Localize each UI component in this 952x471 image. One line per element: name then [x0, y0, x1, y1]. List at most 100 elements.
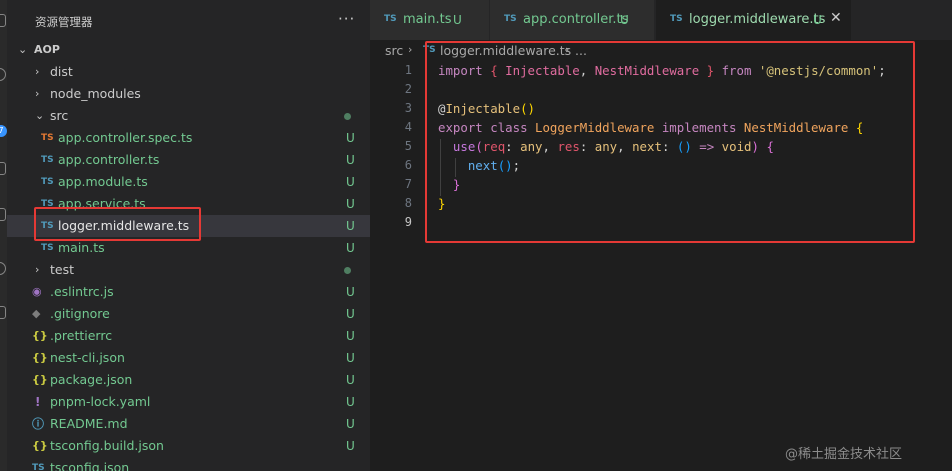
- tree-item-label: node_modules: [50, 86, 141, 101]
- tree-item-label: src: [50, 108, 69, 123]
- tab-status: U: [813, 13, 822, 27]
- typescript-icon: TS: [41, 155, 54, 165]
- typescript-icon: TS: [32, 463, 45, 471]
- tab-label: main.ts: [403, 12, 452, 27]
- git-status-untracked: U: [346, 395, 355, 409]
- git-status-untracked: U: [346, 219, 355, 233]
- tab-main-ts[interactable]: TS main.ts U: [370, 0, 490, 40]
- tree-file-app-controller-spec[interactable]: TS app.controller.spec.ts U: [7, 127, 370, 149]
- git-status-untracked: U: [346, 153, 355, 167]
- line-number: 3: [404, 101, 412, 115]
- json-icon: {}: [32, 329, 48, 342]
- tree-item-label: pnpm-lock.yaml: [50, 394, 151, 409]
- git-status-untracked: U: [346, 417, 355, 431]
- tab-app-controller[interactable]: TS app.controller.ts U: [490, 0, 655, 40]
- activity-bar: 7: [0, 0, 7, 471]
- more-actions-icon[interactable]: ···: [338, 10, 355, 28]
- tree-item-label: app.controller.spec.ts: [58, 130, 193, 145]
- explorer-icon[interactable]: [0, 14, 6, 27]
- json-icon: {}: [32, 373, 48, 386]
- tree-item-label: .eslintrc.js: [50, 284, 114, 299]
- tree-file-gitignore[interactable]: ◆ .gitignore U: [7, 303, 370, 325]
- explorer-header: 资源管理器 ···: [7, 0, 370, 40]
- git-status-untracked: U: [346, 329, 355, 343]
- search-icon[interactable]: [0, 68, 6, 81]
- line-number: 5: [404, 139, 412, 153]
- chevron-right-icon: ›: [35, 65, 40, 78]
- tree-folder-node-modules[interactable]: › node_modules: [7, 83, 370, 105]
- tab-bar: TS main.ts U TS app.controller.ts U TS l…: [370, 0, 952, 40]
- git-status-untracked: U: [346, 285, 355, 299]
- watermark: @稀土掘金技术社区: [785, 447, 903, 462]
- line-number: 1: [404, 63, 412, 77]
- tree-file-readme[interactable]: ⓘ README.md U: [7, 413, 370, 435]
- tree-file-tsconfig[interactable]: TS tsconfig.json: [7, 457, 370, 471]
- tree-item-label: .gitignore: [50, 306, 110, 321]
- typescript-icon: TS: [504, 14, 517, 24]
- tree-item-label: nest-cli.json: [50, 350, 125, 365]
- line-number: 4: [404, 120, 412, 134]
- tree-item-label: test: [50, 262, 75, 277]
- tree-folder-dist[interactable]: › dist: [7, 61, 370, 83]
- eslint-icon: ◉: [32, 285, 42, 298]
- tree-file-app-controller[interactable]: TS app.controller.ts U: [7, 149, 370, 171]
- json-icon: {}: [32, 351, 48, 364]
- tree-file-prettierrc[interactable]: {} .prettierrc U: [7, 325, 370, 347]
- git-status-untracked: U: [346, 241, 355, 255]
- git-status-untracked: U: [346, 307, 355, 321]
- tab-status: U: [453, 13, 462, 27]
- typescript-icon: TS: [41, 177, 54, 187]
- git-status-untracked: U: [346, 175, 355, 189]
- line-number: 6: [404, 158, 412, 172]
- info-icon: ⓘ: [32, 417, 45, 431]
- tab-label: app.controller.ts: [523, 12, 629, 27]
- annotation-highlight-code: [425, 41, 915, 243]
- explorer-title: 资源管理器: [35, 15, 93, 29]
- typescript-icon: TS: [670, 14, 683, 24]
- tree-file-nest-cli[interactable]: {} nest-cli.json U: [7, 347, 370, 369]
- git-status-untracked: U: [346, 351, 355, 365]
- tree-root-aop[interactable]: ⌄ AOP: [7, 39, 370, 61]
- typescript-test-icon: TS: [41, 133, 54, 143]
- run-debug-icon[interactable]: [0, 162, 6, 175]
- tab-logger-middleware[interactable]: TS logger.middleware.ts U ✕: [656, 0, 852, 40]
- line-number: 7: [404, 177, 412, 191]
- typescript-icon: TS: [384, 14, 397, 24]
- chevron-down-icon: ⌄: [35, 109, 45, 122]
- testing-icon[interactable]: [0, 306, 6, 319]
- modified-dot: [344, 267, 351, 274]
- git-icon: ◆: [32, 307, 41, 320]
- modified-dot: [344, 113, 351, 120]
- chevron-down-icon: ⌄: [18, 43, 28, 56]
- source-control-badge: 7: [0, 125, 7, 137]
- tree-file-eslintrc[interactable]: ◉ .eslintrc.js U: [7, 281, 370, 303]
- git-status-untracked: U: [346, 131, 355, 145]
- editor-area: TS main.ts U TS app.controller.ts U TS l…: [370, 0, 952, 471]
- tree-folder-src[interactable]: ⌄ src: [7, 105, 370, 127]
- tree-file-tsconfig-build[interactable]: {} tsconfig.build.json U: [7, 435, 370, 457]
- remote-icon[interactable]: [0, 262, 6, 275]
- tree-item-label: .prettierrc: [50, 328, 113, 343]
- chevron-right-icon: ›: [35, 87, 40, 100]
- explorer-sidebar: 资源管理器 ··· ⌄ AOP › dist › node_modules ⌄ …: [7, 0, 370, 471]
- tree-folder-test[interactable]: › test: [7, 259, 370, 281]
- tab-status: U: [620, 13, 629, 27]
- tree-item-label: tsconfig.json: [50, 460, 130, 471]
- workspace-name: AOP: [34, 43, 60, 56]
- chevron-right-icon: ›: [35, 263, 40, 276]
- close-icon[interactable]: ✕: [830, 10, 842, 26]
- extensions-icon[interactable]: [0, 208, 6, 221]
- git-status-untracked: U: [346, 373, 355, 387]
- tree-file-pnpm-lock[interactable]: ! pnpm-lock.yaml U: [7, 391, 370, 413]
- git-status-untracked: U: [346, 439, 355, 453]
- git-status-untracked: U: [346, 197, 355, 211]
- json-icon: {}: [32, 439, 48, 452]
- line-number: 8: [404, 196, 412, 210]
- annotation-highlight-file: [34, 207, 201, 241]
- tree-file-app-module[interactable]: TS app.module.ts U: [7, 171, 370, 193]
- yaml-icon: !: [35, 395, 41, 409]
- tree-item-label: package.json: [50, 372, 133, 387]
- breadcrumb-folder[interactable]: src: [385, 43, 403, 58]
- tree-item-label: tsconfig.build.json: [50, 438, 164, 453]
- tree-file-package-json[interactable]: {} package.json U: [7, 369, 370, 391]
